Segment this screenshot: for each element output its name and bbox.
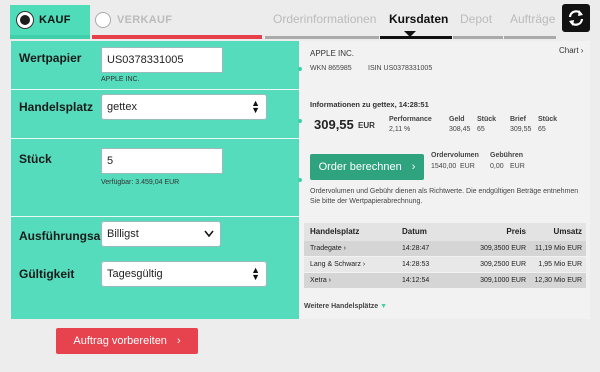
brief-stueck-label: Stück — [538, 116, 558, 123]
indicator-dot — [298, 178, 302, 182]
order-berechnen-label: Order berechnen — [318, 161, 402, 173]
price: 309,55 — [314, 117, 354, 132]
indicator-dot — [298, 119, 302, 123]
preis-cell: 309,1000 EUR — [480, 277, 526, 284]
wertpapier-label: Wertpapier — [19, 51, 82, 65]
gueltigkeit-select[interactable]: Tagesgültig ▲ ▼ — [101, 261, 267, 287]
tab-orderinformationen[interactable]: Orderinformationen — [273, 12, 376, 26]
tab-underline-orderinformationen — [265, 36, 379, 39]
select-arrows-icon: ▲ ▼ — [251, 265, 260, 282]
datum-cell: 14:12:54 — [402, 277, 430, 284]
info-title: Informationen zu gettex, 14:28:51 — [310, 100, 429, 109]
verkauf-label: VERKAUF — [117, 14, 173, 26]
ausfuehrungsart-value: Billigst — [107, 228, 139, 240]
stueck-input[interactable]: 5 — [101, 148, 223, 174]
handelsplatz-cell: Xetra › — [310, 277, 332, 284]
security-name: APPLE INC. — [310, 49, 355, 58]
ordervolumen-label: Ordervolumen — [431, 152, 479, 159]
ordervolumen-value: 1540,00 — [431, 163, 457, 170]
handelsplatz-label: Handelsplatz — [19, 100, 94, 114]
isin: ISIN US0378331005 — [368, 65, 433, 72]
performance-label: Performance — [389, 116, 432, 123]
geld-stueck-label: Stück — [477, 116, 497, 123]
column-header-handelsplatz: Handelsplatz — [310, 227, 360, 236]
order-form-panel: Wertpapier US0378331005 APPLE INC. Hande… — [11, 41, 299, 319]
ordervolumen-currency: EUR — [460, 163, 475, 170]
handelsplatz-cell: Tradegate › — [310, 245, 346, 252]
umsatz-cell: 12,30 Mio EUR — [534, 277, 582, 284]
chevron-down-icon — [204, 230, 214, 238]
stueck-label: Stück — [19, 152, 52, 166]
brief-label: Brief — [510, 116, 526, 123]
active-tab-caret — [404, 31, 416, 37]
tab-auftraege[interactable]: Aufträge — [510, 12, 555, 26]
verfuegbar-text: Verfügbar: 3.459,04 EUR — [101, 179, 180, 186]
auftrag-vorbereiten-button[interactable]: Auftrag vorbereiten › — [56, 328, 198, 354]
datum-cell: 14:28:47 — [402, 245, 430, 252]
performance-value: 2,11 % — [389, 126, 411, 133]
handelsplatz-cell: Lang & Schwarz › — [310, 261, 366, 268]
price-currency: EUR — [358, 121, 375, 130]
verkauf-underline — [92, 35, 262, 39]
ausfuehrungsart-select[interactable]: Billigst — [101, 221, 221, 247]
column-header-umsatz: Umsatz — [553, 227, 582, 236]
brief-value: 309,55 — [510, 126, 532, 133]
table-header: Handelsplatz Datum Preis Umsatz — [304, 223, 586, 241]
richtwerte-note: Ordervolumen und Gebühr dienen als Richt… — [310, 188, 579, 205]
geld-stueck-value: 65 — [477, 126, 485, 133]
triangle-down-icon: ▼ — [380, 303, 388, 310]
tab-underline-auftraege — [504, 36, 556, 39]
tab-underline-kursdaten — [380, 36, 452, 39]
auftrag-vorbereiten-label: Auftrag vorbereiten — [73, 335, 167, 347]
handelsplatz-select[interactable]: gettex ▲ ▼ — [101, 94, 267, 120]
kauf-label: KAUF — [39, 14, 71, 26]
chevron-right-icon: › — [411, 161, 416, 173]
top-bar: KAUF VERKAUF Orderinformationen Kursdate… — [0, 0, 600, 40]
umsatz-cell: 1,95 Mio EUR — [538, 261, 582, 268]
gueltigkeit-label: Gültigkeit — [19, 267, 75, 281]
ausfuehrungsart-label: Ausführungsart — [19, 229, 109, 243]
preis-cell: 309,2500 EUR — [480, 261, 526, 268]
wertpapier-name: APPLE INC. — [101, 76, 140, 83]
datum-cell: 14:28:53 — [402, 261, 430, 268]
divider — [11, 216, 299, 217]
gueltigkeit-value: Tagesgültig — [107, 268, 163, 280]
gebuehren-currency: EUR — [510, 163, 525, 170]
table-row[interactable]: Tradegate › 14:28:47 309,3500 EUR 11,19 … — [304, 241, 586, 256]
umsatz-cell: 11,19 Mio EUR — [535, 245, 582, 252]
brief-stueck-value: 65 — [538, 126, 546, 133]
gebuehren-value: 0,00 — [490, 163, 504, 170]
wertpapier-input[interactable]: US0378331005 — [101, 47, 223, 73]
kauf-underline — [10, 35, 90, 39]
refresh-button[interactable] — [562, 4, 590, 32]
preis-cell: 309,3500 EUR — [480, 245, 526, 252]
select-arrows-icon: ▲ ▼ — [251, 98, 260, 115]
gebuehren-label: Gebühren — [490, 152, 524, 159]
kauf-radio[interactable] — [17, 12, 33, 28]
divider — [11, 138, 299, 139]
chart-link[interactable]: Chart › — [559, 46, 583, 55]
tab-underline-depot — [453, 36, 503, 39]
verkauf-tab[interactable]: VERKAUF — [92, 5, 262, 35]
weitere-handelsplaetze-link[interactable]: Weitere Handelsplätze ▼ — [304, 303, 387, 310]
kursdaten-panel: APPLE INC. Chart › WKN 865985 ISIN US037… — [298, 41, 590, 319]
wkn: WKN 865985 — [310, 65, 352, 72]
column-header-preis: Preis — [506, 227, 526, 236]
order-berechnen-button[interactable]: Order berechnen › — [310, 154, 424, 180]
divider — [11, 89, 299, 90]
geld-label: Geld — [449, 116, 465, 123]
verkauf-radio[interactable] — [95, 12, 111, 28]
column-header-datum: Datum — [402, 227, 427, 236]
geld-value: 308,45 — [449, 126, 471, 133]
handelsplatz-value: gettex — [107, 101, 137, 113]
table-row[interactable]: Xetra › 14:12:54 309,1000 EUR 12,30 Mio … — [304, 273, 586, 288]
table-row[interactable]: Lang & Schwarz › 14:28:53 309,2500 EUR 1… — [304, 257, 586, 272]
tab-kursdaten[interactable]: Kursdaten — [389, 12, 448, 26]
chevron-right-icon: › — [176, 335, 181, 347]
indicator-dot — [298, 67, 302, 71]
refresh-icon — [568, 10, 584, 26]
kauf-tab[interactable]: KAUF — [10, 5, 90, 35]
tab-depot[interactable]: Depot — [460, 12, 492, 26]
